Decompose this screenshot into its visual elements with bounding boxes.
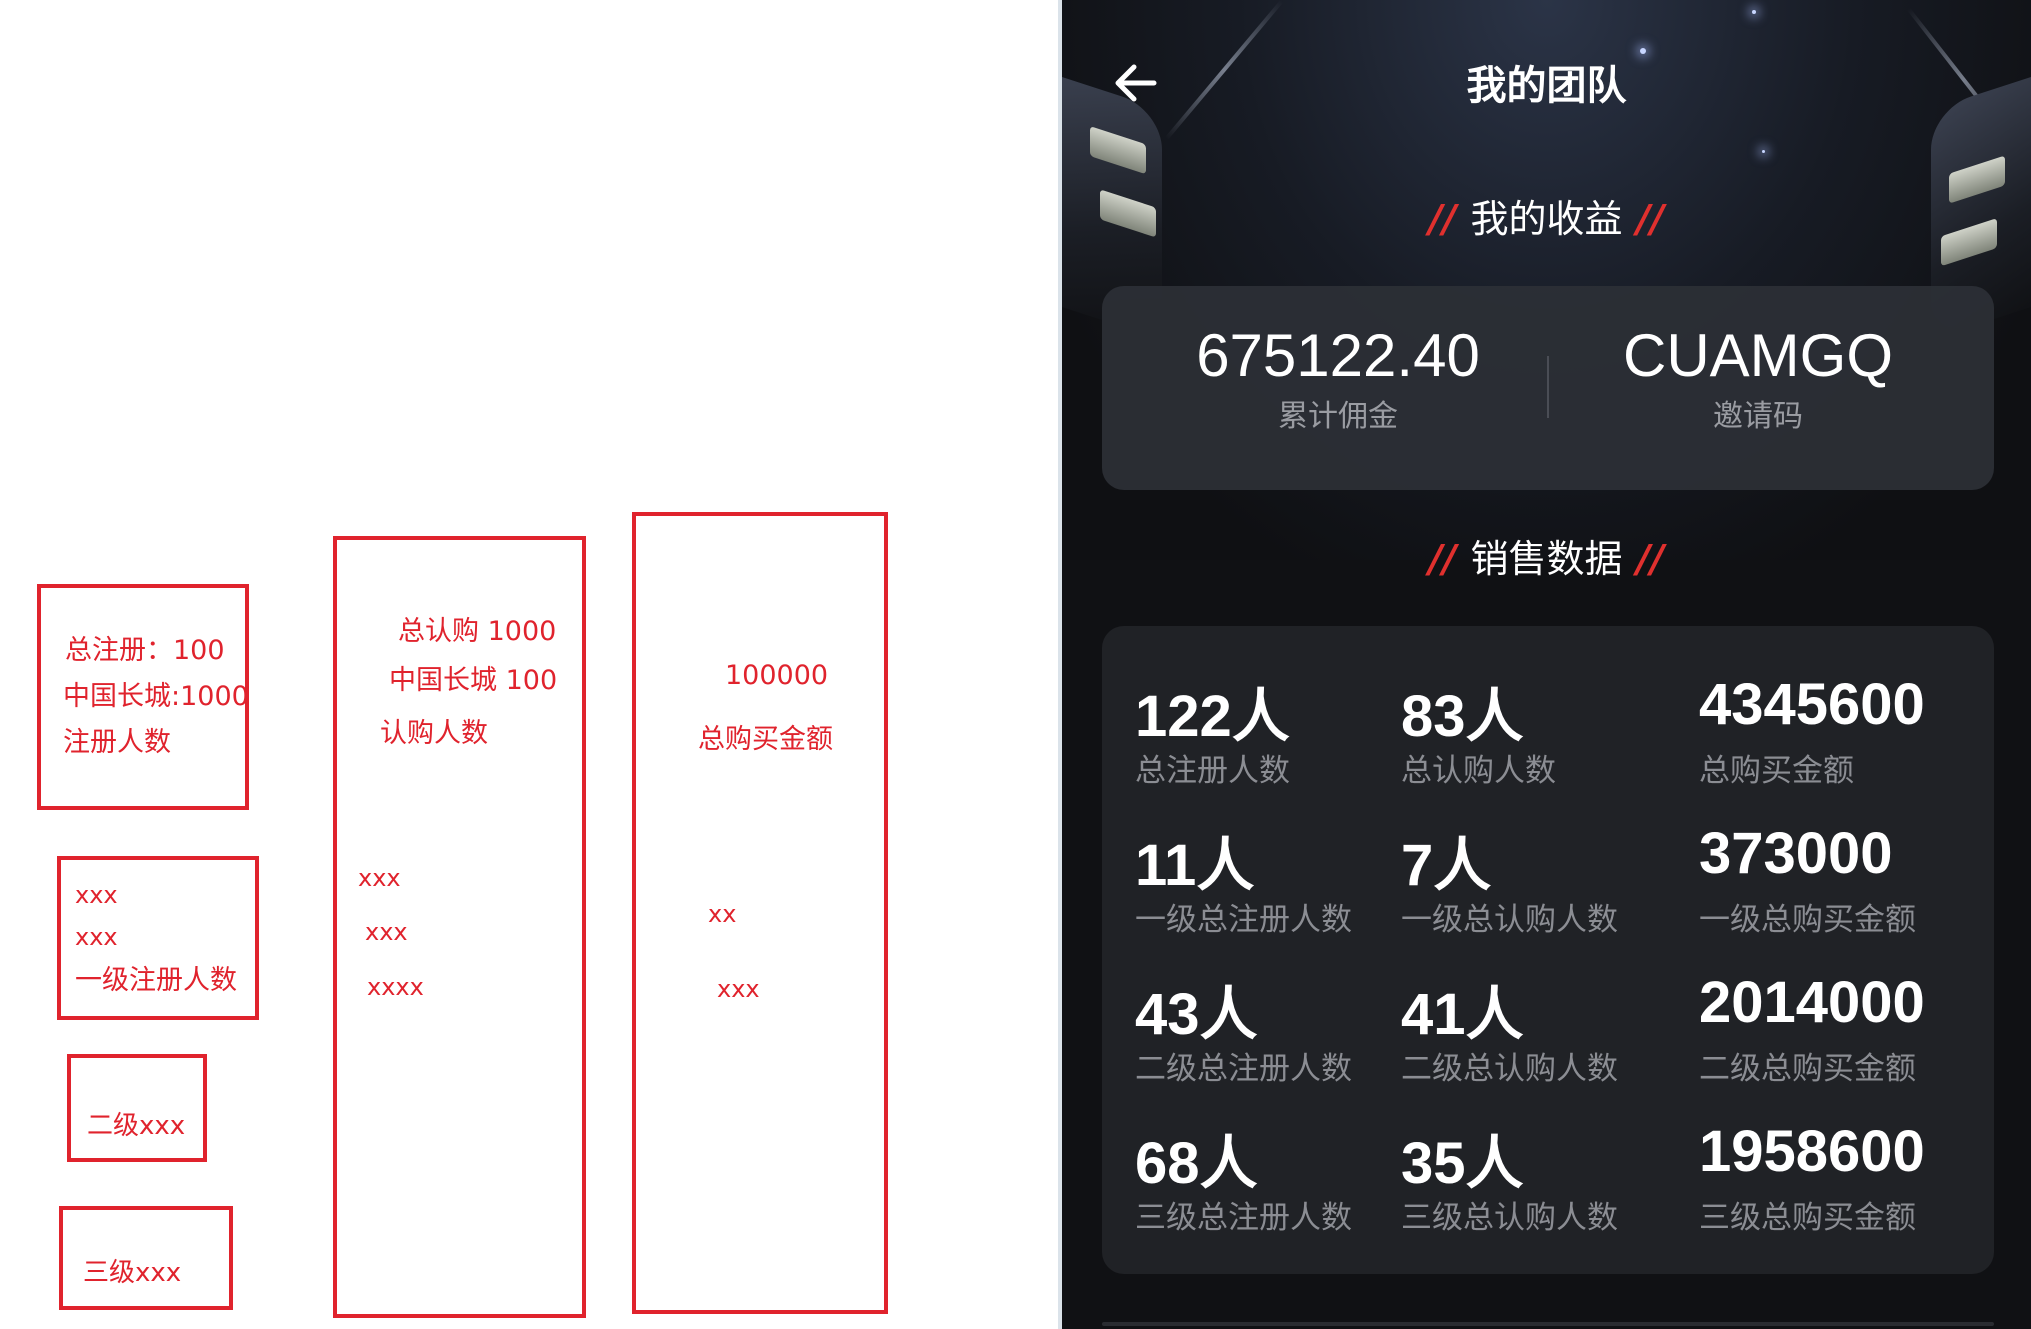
stat-value: 7人 <box>1401 833 1492 898</box>
earnings-card: 675122.40 累计佣金 CUAMGQ 邀请码 <box>1102 286 1994 490</box>
stat-level2-subscribers: 41人 二级总认购人数 <box>1401 986 1618 1085</box>
invite-code-stat[interactable]: CUAMGQ 邀请码 <box>1548 326 1968 432</box>
annotation-sketch: 总注册：100 中国长城:1000 注册人数 xxx xxx 一级注册人数 二级… <box>0 0 1062 1329</box>
annotation-text: xxx <box>717 975 760 1003</box>
annotation-text: 一级注册人数 <box>75 965 237 996</box>
annotation-text: 认购人数 <box>380 718 488 749</box>
stat-value: 35人 <box>1401 1131 1524 1196</box>
invite-code-value[interactable]: CUAMGQ <box>1548 326 1968 386</box>
stat-label: 一级总购买金额 <box>1699 902 1916 938</box>
stat-total-registrations: 122人 总注册人数 <box>1135 688 1290 787</box>
stat-value: 83人 <box>1401 684 1524 749</box>
annotation-text: 总认购 1000 <box>398 616 557 647</box>
stat-level1-subscribers: 7人 一级总认购人数 <box>1401 837 1618 936</box>
annotation-text: 100000 <box>725 660 829 691</box>
stat-level1-purchase-amount: 373000 一级总购买金额 <box>1699 825 1916 936</box>
stat-label: 二级总认购人数 <box>1401 1051 1618 1087</box>
sales-data-card: 122人 总注册人数 83人 总认购人数 4345600 总购买金额 11人 一… <box>1102 626 1994 1274</box>
commission-stat: 675122.40 累计佣金 <box>1128 326 1548 432</box>
star-decoration <box>1762 150 1765 153</box>
annotation-text: 中国长城:1000 <box>63 681 249 712</box>
stat-label: 总注册人数 <box>1135 753 1290 789</box>
stat-level3-subscribers: 35人 三级总认购人数 <box>1401 1135 1618 1234</box>
stat-label: 一级总注册人数 <box>1135 902 1352 938</box>
annotation-text: xx <box>708 900 737 928</box>
commission-value: 675122.40 <box>1196 322 1480 389</box>
stat-label: 三级总认购人数 <box>1401 1200 1618 1236</box>
stat-value: 43人 <box>1135 982 1258 1047</box>
stat-level2-registrations: 43人 二级总注册人数 <box>1135 986 1352 1085</box>
annotation-box-purchase-amount <box>632 512 888 1314</box>
earnings-section-title: // 我的收益 // <box>1062 200 2031 238</box>
my-team-screen: 我的团队 //我的收益// 675122.40 累计佣金 CUAMGQ 邀请码 … <box>1062 0 2031 1329</box>
annotation-text: xxx <box>75 923 118 951</box>
stat-value: 122人 <box>1135 684 1290 749</box>
star-decoration <box>1640 48 1646 54</box>
stat-value: 68人 <box>1135 1131 1258 1196</box>
slash-decoration: // <box>1636 537 1665 581</box>
annotation-text: 总注册：100 <box>65 635 225 666</box>
stat-total-purchase-amount: 4345600 总购买金额 <box>1699 676 1925 787</box>
stat-value: 4345600 <box>1699 672 1925 737</box>
commission-label: 累计佣金 <box>1278 399 1398 434</box>
stat-level1-registrations: 11人 一级总注册人数 <box>1135 837 1352 936</box>
invite-code-label: 邀请码 <box>1713 399 1803 434</box>
annotation-text: xxx <box>75 881 118 909</box>
bottom-edge <box>1102 1322 1994 1326</box>
stat-total-subscribers: 83人 总认购人数 <box>1401 688 1556 787</box>
stat-label: 三级总注册人数 <box>1135 1200 1352 1236</box>
stat-level3-registrations: 68人 三级总注册人数 <box>1135 1135 1352 1234</box>
stat-label: 一级总认购人数 <box>1401 902 1618 938</box>
sales-heading: 销售数据 <box>1470 537 1623 581</box>
stat-label: 二级总注册人数 <box>1135 1051 1352 1087</box>
annotation-text: 二级xxx <box>87 1111 186 1141</box>
stat-level2-purchase-amount: 2014000 二级总购买金额 <box>1699 974 1925 1085</box>
stat-label: 总认购人数 <box>1401 753 1556 789</box>
slash-decoration: // <box>1428 537 1457 581</box>
annotation-text: 中国长城 100 <box>389 665 558 696</box>
stat-label: 三级总购买金额 <box>1699 1200 1916 1236</box>
stat-level3-purchase-amount: 1958600 三级总购买金额 <box>1699 1123 1925 1234</box>
annotation-box-level2 <box>67 1054 207 1162</box>
page-title: 我的团队 <box>1466 63 1627 109</box>
stat-label: 总购买金额 <box>1699 753 1854 789</box>
annotation-text: xxx <box>365 918 408 946</box>
stat-value: 1958600 <box>1699 1119 1925 1184</box>
sales-section-title: // 销售数据 // <box>1062 540 2031 578</box>
annotation-text: 三级xxx <box>83 1258 182 1288</box>
stat-value: 11人 <box>1135 833 1255 898</box>
earnings-heading: 我的收益 <box>1470 197 1623 241</box>
annotation-text: xxx <box>358 864 401 892</box>
annotation-text: 总购买金额 <box>698 724 833 755</box>
stat-value: 373000 <box>1699 821 1893 886</box>
stat-value: 41人 <box>1401 982 1524 1047</box>
annotation-text: 注册人数 <box>63 727 171 758</box>
star-decoration <box>1752 10 1756 14</box>
stat-label: 二级总购买金额 <box>1699 1051 1916 1087</box>
stat-value: 2014000 <box>1699 970 1925 1035</box>
slash-decoration: // <box>1636 197 1665 241</box>
annotation-text: xxxx <box>367 973 424 1001</box>
slash-decoration: // <box>1428 197 1457 241</box>
